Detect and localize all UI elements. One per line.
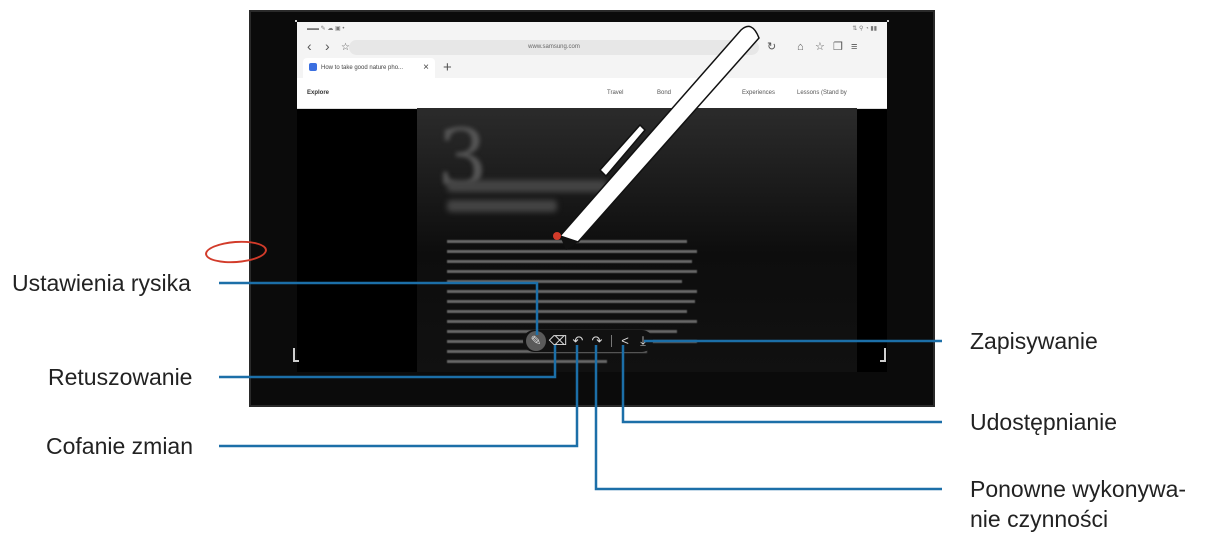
callout-undo: Cofanie zmian xyxy=(46,433,194,459)
callout-retouch: Retuszowanie xyxy=(48,364,193,390)
save-button[interactable]: ⤓ xyxy=(633,331,653,351)
toolbar-divider xyxy=(611,335,612,347)
callout-share: Udostępnianie xyxy=(970,409,1118,435)
undo-button[interactable]: ↶ xyxy=(568,331,588,351)
callout-save: Zapisywanie xyxy=(970,328,1098,354)
screen-write-toolbar: ✎ ⌫ ↶ ↷ < ⤓ xyxy=(523,330,653,352)
callout-pen-settings: Ustawienia rysika xyxy=(12,270,191,296)
callout-redo-line2: nie czynności xyxy=(970,506,1109,532)
redo-button[interactable]: ↷ xyxy=(587,331,607,351)
eraser-button[interactable]: ⌫ xyxy=(548,331,568,351)
capture-corner xyxy=(293,348,299,362)
callout-redo-line1: Ponowne wykonywa- xyxy=(970,476,1187,502)
pen-settings-button[interactable]: ✎ xyxy=(526,331,546,351)
share-button[interactable]: < xyxy=(615,331,635,351)
s-pen-icon xyxy=(553,25,760,250)
capture-corner xyxy=(880,348,886,362)
